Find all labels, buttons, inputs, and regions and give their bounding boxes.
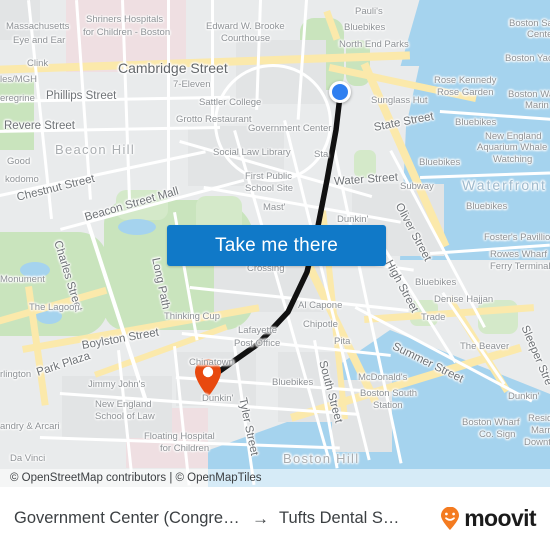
- start-marker-icon[interactable]: [329, 81, 351, 103]
- route-origin-label: Government Center (Congress St …: [14, 509, 242, 527]
- moovit-pin-icon: [441, 506, 460, 530]
- moovit-route-screenshot: Massachusetts Eye and Ear Shriners Hospita…: [0, 0, 550, 550]
- destination-marker-icon[interactable]: [193, 358, 223, 398]
- map-view[interactable]: Massachusetts Eye and Ear Shriners Hospita…: [0, 0, 550, 487]
- route-destination-label: Tufts Dental S…: [279, 509, 400, 527]
- route-arrow-icon: →: [252, 508, 269, 528]
- take-me-there-button[interactable]: Take me there: [167, 225, 386, 266]
- map-attribution: © OpenStreetMap contributors | © OpenMap…: [0, 469, 550, 487]
- moovit-logo[interactable]: moovit: [438, 505, 537, 532]
- moovit-wordmark: moovit: [464, 505, 536, 531]
- route-footer-bar: Government Center (Congress St … → Tufts…: [0, 487, 550, 550]
